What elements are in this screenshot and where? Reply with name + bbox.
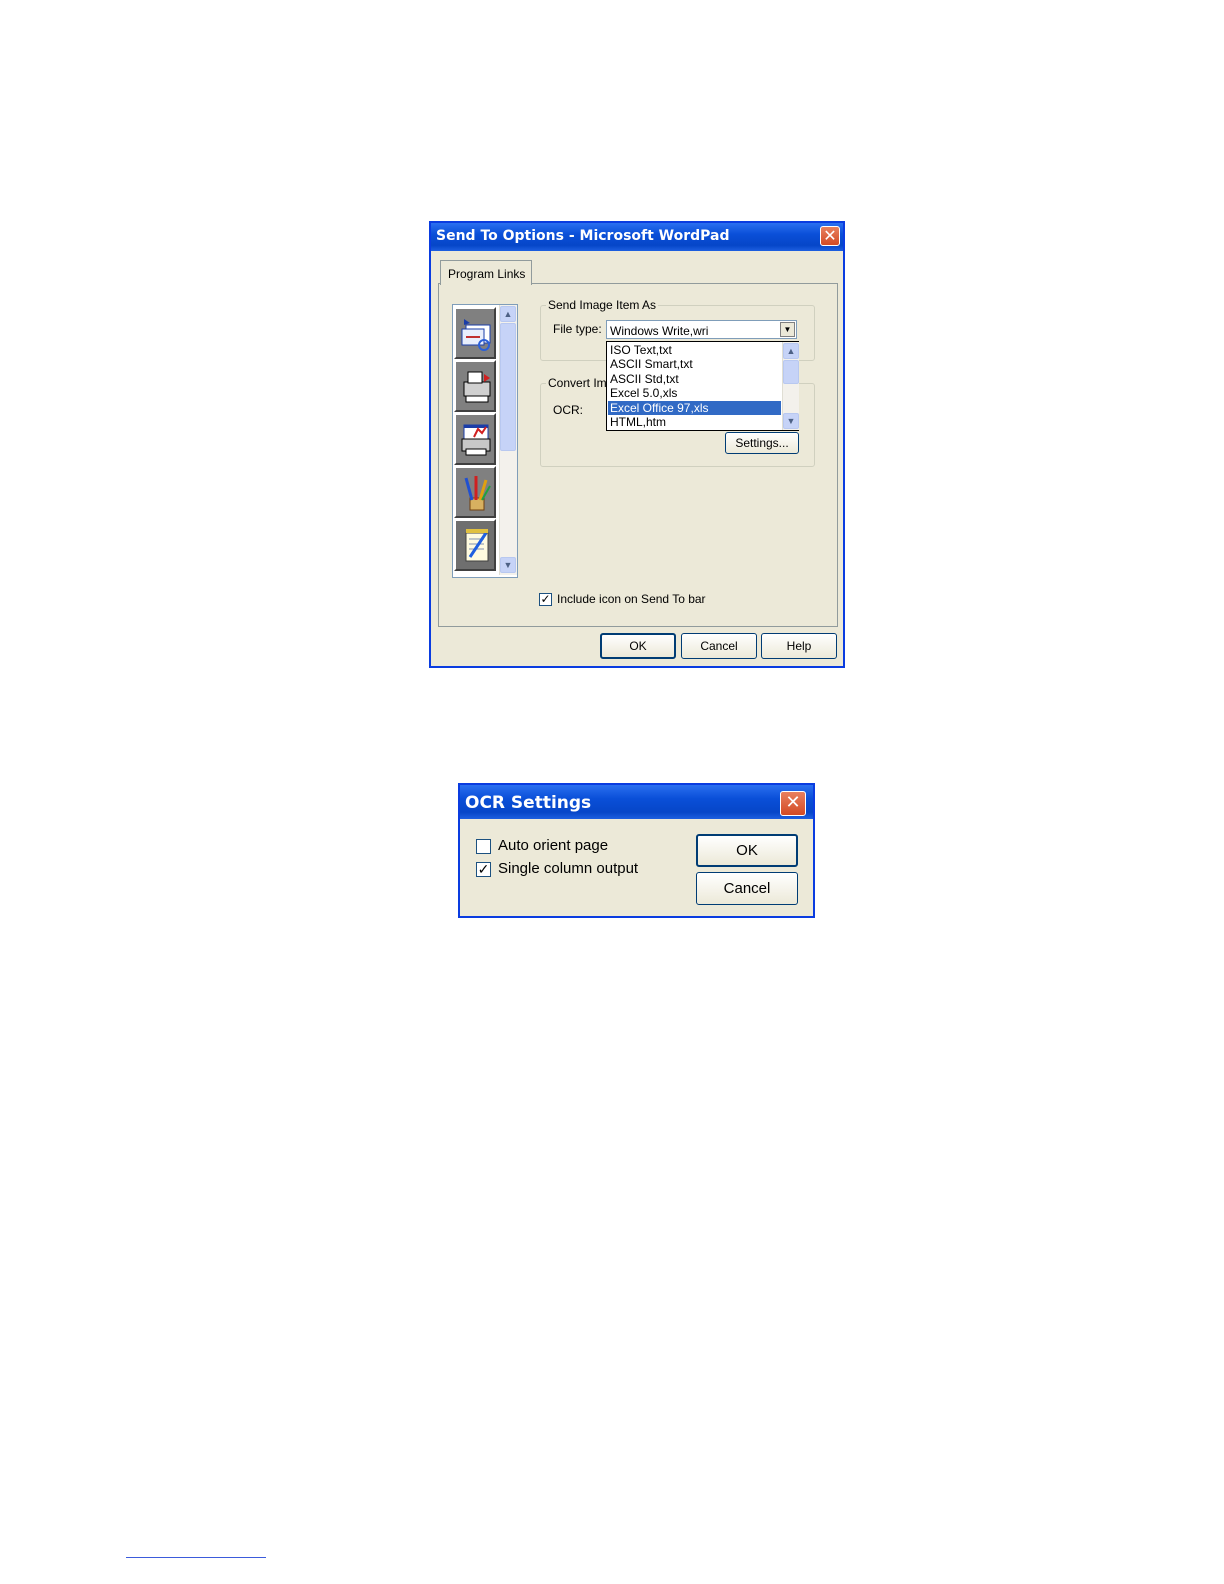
dropdown-item[interactable]: HTML,htm	[608, 415, 781, 429]
print-icon	[461, 424, 491, 456]
tab-program-links[interactable]: Program Links	[440, 260, 533, 285]
single-column-checkbox[interactable]: ✓	[476, 862, 491, 877]
close-icon[interactable]: ✕	[820, 226, 840, 246]
dialog-title: OCR Settings	[465, 793, 592, 813]
program-item-wordpad[interactable]	[454, 519, 496, 571]
send-image-group-legend: Send Image Item As	[546, 298, 659, 312]
include-icon-label: Include icon on Send To bar	[557, 592, 706, 606]
ok-button[interactable]: OK	[600, 633, 676, 659]
footer-link-underline	[126, 1557, 266, 1558]
scroll-thumb[interactable]	[500, 323, 516, 451]
scroll-down-icon[interactable]: ▼	[500, 557, 516, 573]
icon-list-scrollbar[interactable]: ▲ ▼	[499, 305, 517, 575]
program-icon-list[interactable]: ▲ ▼	[452, 304, 518, 578]
wordpad-icon	[465, 529, 489, 562]
paint-icon	[464, 476, 491, 511]
tab-panel: ▲ ▼ Send Image Item As File type: Window…	[438, 283, 838, 627]
file-type-dropdown-list[interactable]: ISO Text,txt ASCII Smart,txt ASCII Std,t…	[606, 341, 799, 431]
dropdown-scrollbar[interactable]: ▲ ▼	[782, 342, 799, 430]
program-item-mail[interactable]	[454, 307, 496, 359]
scroll-down-icon[interactable]: ▼	[783, 413, 799, 429]
mail-icon	[461, 319, 491, 351]
single-column-label: Single column output	[498, 860, 639, 877]
title-bar[interactable]: Send To Options - Microsoft WordPad ✕	[431, 223, 843, 251]
scroll-up-icon[interactable]: ▲	[783, 343, 799, 359]
convert-image-group-legend: Convert Ima	[546, 376, 616, 390]
dropdown-item[interactable]: ASCII Smart,txt	[608, 357, 781, 371]
dropdown-item[interactable]: Excel 5.0,xls	[608, 386, 781, 400]
cancel-button[interactable]: Cancel	[681, 633, 757, 659]
auto-orient-label: Auto orient page	[498, 837, 609, 854]
program-item-print[interactable]	[454, 413, 496, 465]
close-icon[interactable]: ✕	[780, 791, 806, 816]
chevron-down-icon[interactable]: ▼	[780, 322, 795, 337]
ocr-settings-dialog: OCR Settings ✕ Auto orient page ✓ Single…	[458, 783, 815, 918]
dropdown-item-selected[interactable]: Excel Office 97,xls	[608, 401, 781, 415]
ocr-label: OCR:	[553, 403, 583, 417]
include-icon-checkbox[interactable]: ✓	[539, 593, 552, 606]
scroll-thumb[interactable]	[783, 360, 799, 384]
file-type-value: Windows Write,wri	[610, 324, 709, 338]
program-item-fax[interactable]	[454, 360, 496, 412]
auto-orient-checkbox[interactable]	[476, 839, 491, 854]
file-type-label: File type:	[553, 322, 602, 336]
send-to-options-dialog: Send To Options - Microsoft WordPad ✕ Pr…	[429, 221, 845, 668]
dialog-title: Send To Options - Microsoft WordPad	[436, 228, 730, 244]
title-bar[interactable]: OCR Settings ✕	[460, 785, 813, 819]
dropdown-item[interactable]: ISO Text,txt	[608, 343, 781, 357]
program-item-paint[interactable]	[454, 466, 496, 518]
settings-button[interactable]: Settings...	[725, 432, 799, 454]
file-type-select[interactable]: Windows Write,wri ▼	[606, 320, 797, 339]
ocr-cancel-button[interactable]: Cancel	[696, 872, 798, 905]
fax-icon	[463, 371, 491, 403]
ocr-ok-button[interactable]: OK	[696, 834, 798, 867]
dropdown-item[interactable]: ASCII Std,txt	[608, 372, 781, 386]
scroll-up-icon[interactable]: ▲	[500, 306, 516, 322]
help-button[interactable]: Help	[761, 633, 837, 659]
